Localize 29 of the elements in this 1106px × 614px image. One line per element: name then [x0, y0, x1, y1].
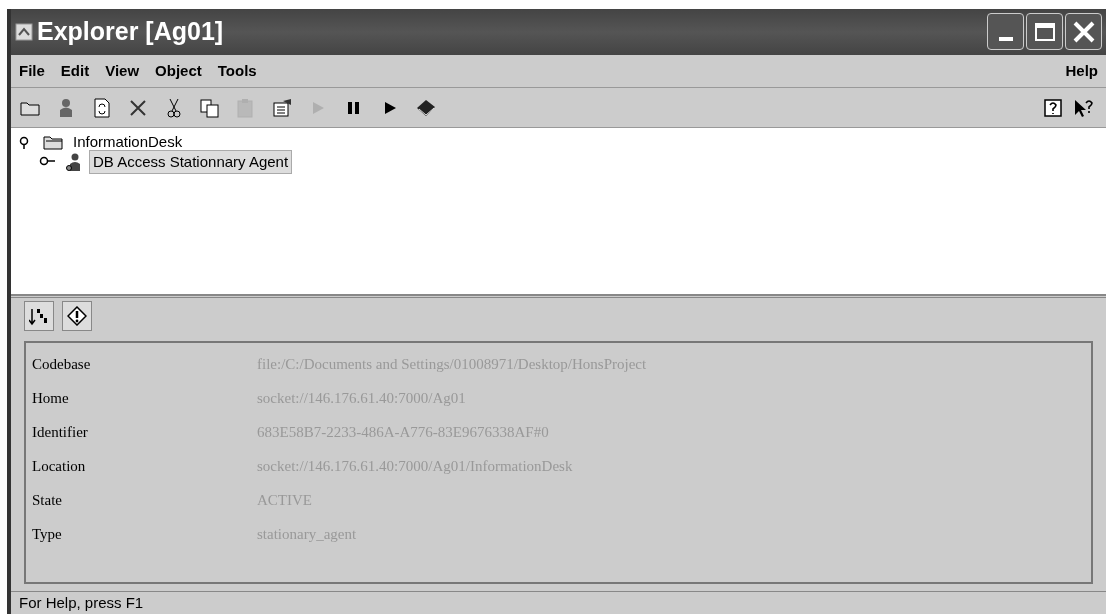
maximize-button[interactable] — [1026, 13, 1063, 51]
properties-icon[interactable] — [271, 96, 293, 119]
menu-item[interactable]: Help — [1065, 59, 1098, 83]
info-button[interactable] — [62, 301, 92, 332]
warning-icon — [67, 306, 87, 327]
property-name: Location — [32, 457, 87, 477]
tree-item[interactable]: DB Access Stationnary Agent — [89, 149, 293, 175]
minimize-icon — [998, 37, 1013, 42]
refresh-icon[interactable] — [91, 96, 113, 119]
menu-item[interactable]: File — [19, 59, 45, 83]
property-name: State — [32, 491, 63, 511]
property-name: Codebase — [32, 355, 92, 375]
minimize-button[interactable] — [987, 13, 1024, 51]
status-text: For Help, press F1 — [19, 593, 144, 614]
menu-item[interactable]: Tools — [217, 59, 257, 83]
maximize-icon — [1034, 22, 1055, 41]
menu-item[interactable]: View — [105, 59, 140, 83]
copy-icon[interactable] — [199, 96, 221, 119]
sort-button[interactable] — [24, 301, 54, 332]
property-name: Home — [32, 389, 70, 409]
menu-item[interactable]: Object — [155, 59, 202, 83]
close-button[interactable] — [1065, 13, 1102, 51]
close-icon — [1072, 20, 1095, 43]
menu-item[interactable]: Edit — [60, 59, 90, 83]
property-name: Type — [32, 525, 63, 545]
window-title: Explorer [Ag01] — [37, 16, 224, 48]
property-name: Identifier — [32, 423, 89, 443]
sort-icon — [29, 306, 49, 327]
help-icon[interactable] — [1042, 96, 1064, 119]
